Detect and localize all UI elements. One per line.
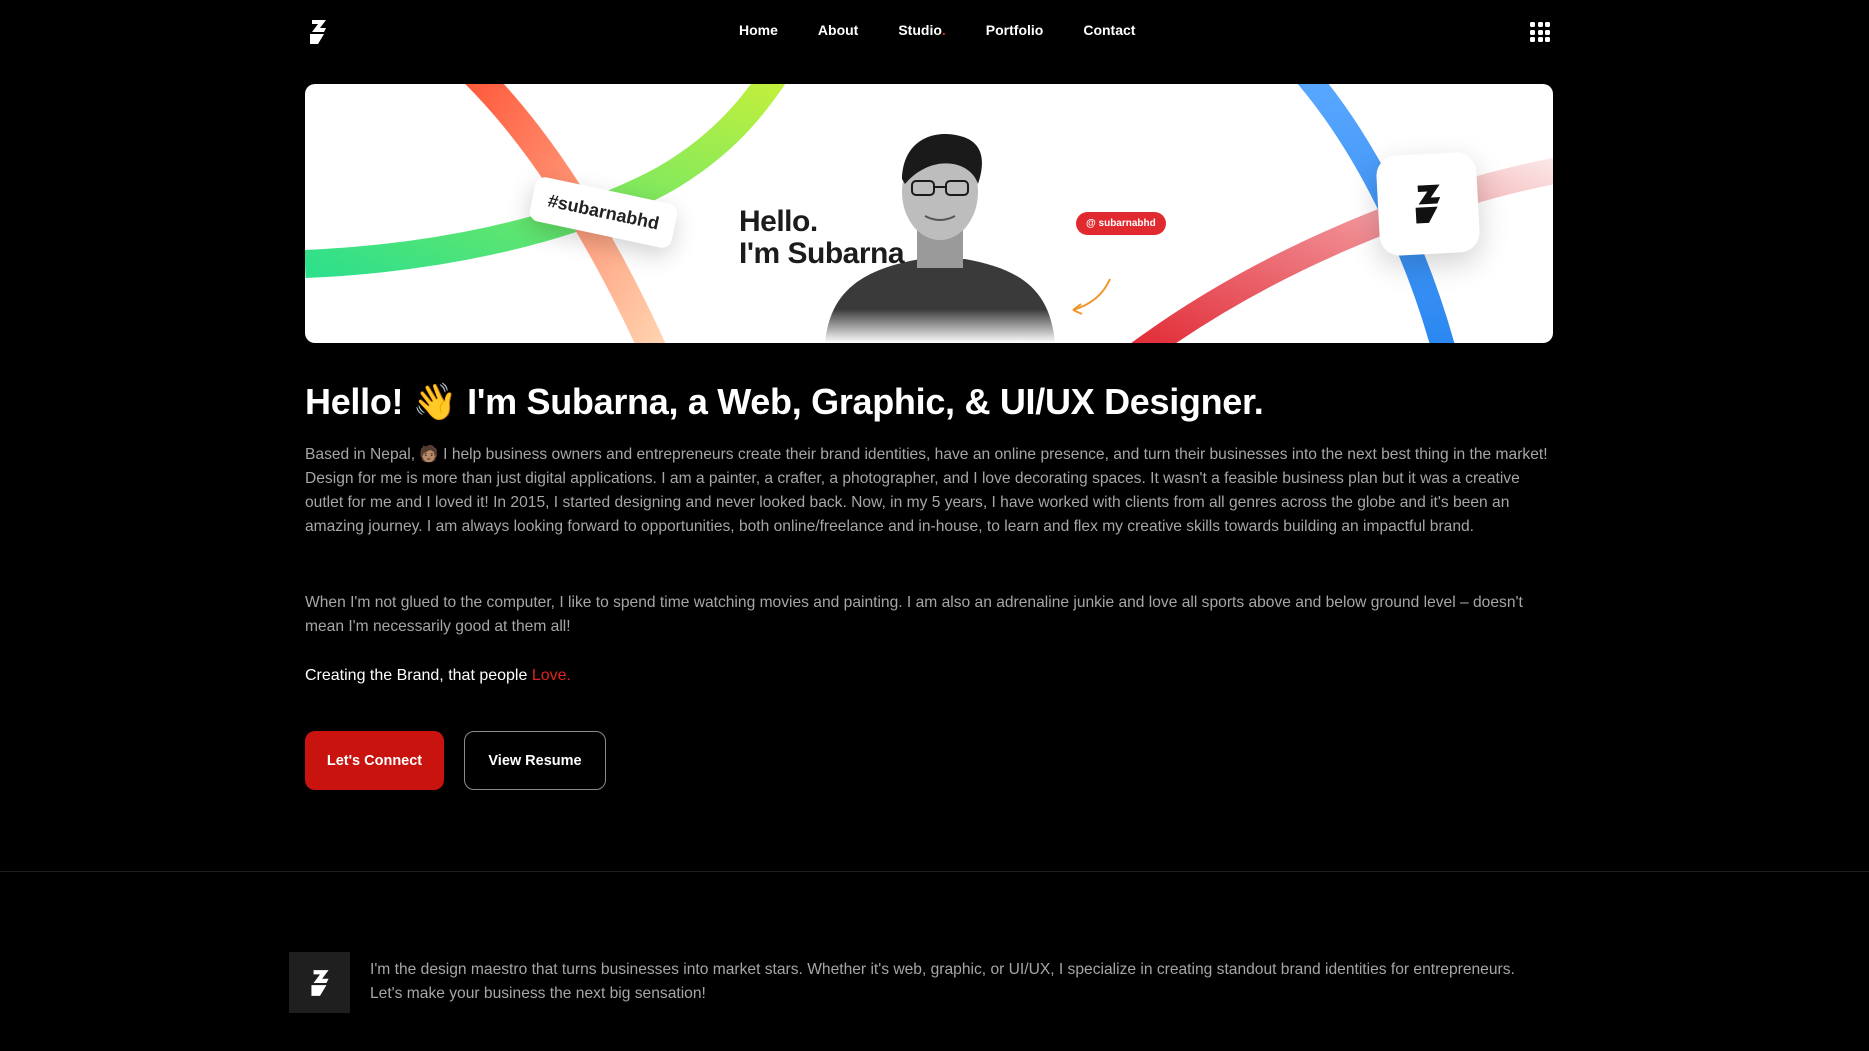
brand-logo-tile — [1375, 151, 1481, 257]
tagline-accent: Love. — [531, 667, 571, 684]
hobbies-paragraph: When I'm not glued to the computer, I li… — [305, 594, 1523, 635]
nav-links: Home About Studio. Portfolio Contact — [739, 22, 1175, 38]
brand-logo-icon — [1415, 184, 1441, 224]
lets-connect-button[interactable]: Let's Connect — [305, 731, 444, 790]
footer-logo-icon — [289, 952, 350, 1013]
nav-item-contact[interactable]: Contact — [1083, 22, 1135, 38]
nav-item-about[interactable]: About — [818, 22, 858, 38]
nav-item-home[interactable]: Home — [739, 22, 778, 38]
section-divider — [0, 871, 1869, 872]
banner-greeting: Hello. I'm Subarna — [739, 205, 905, 270]
top-navigation: Home About Studio. Portfolio Contact — [0, 0, 1869, 62]
view-resume-button[interactable]: View Resume — [464, 731, 606, 790]
social-handle-pill: @ subarnabhd — [1076, 212, 1166, 235]
brand-logo-icon[interactable] — [304, 18, 332, 46]
nav-item-portfolio[interactable]: Portfolio — [986, 22, 1044, 38]
banner-ribbons — [305, 84, 1553, 343]
nav-item-studio[interactable]: Studio. — [898, 22, 945, 38]
grid-menu-icon[interactable] — [1530, 22, 1550, 42]
footer-description: I'm the design maestro that turns busine… — [370, 961, 1515, 1002]
hero-banner: #subarnabhd Hello. I'm Subarna @ subarna… — [305, 84, 1553, 343]
studio-dot: . — [941, 22, 946, 38]
page-title: Hello! 👋 I'm Subarna, a Web, Graphic, & … — [305, 381, 1264, 422]
tagline: Creating the Brand, that people Love. — [305, 667, 571, 684]
intro-paragraph: Based in Nepal, 🧑🏽 I help business owner… — [305, 446, 1548, 535]
